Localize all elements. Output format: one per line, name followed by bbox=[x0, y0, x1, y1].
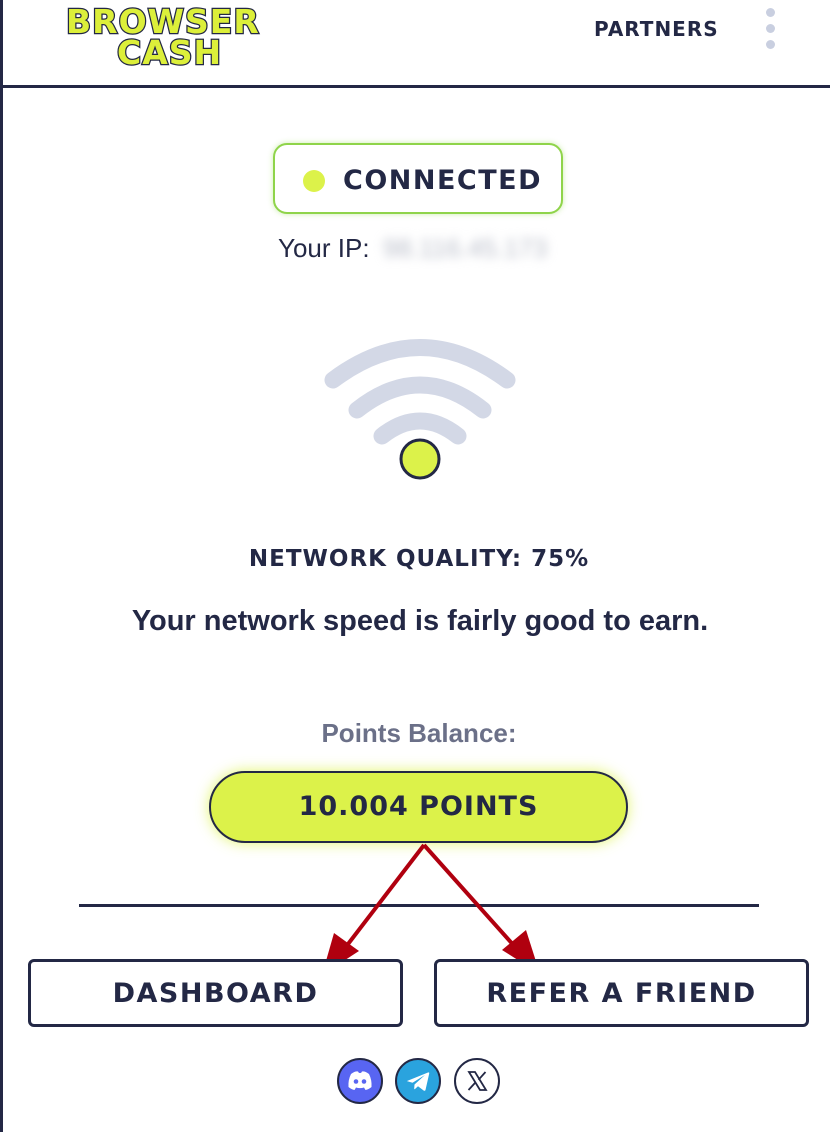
browser-cash-logo[interactable]: BROWSER CASH bbox=[60, 2, 320, 72]
network-speed-message: Your network speed is fairly good to ear… bbox=[131, 605, 709, 637]
partners-link[interactable]: PARTNERS bbox=[594, 17, 719, 41]
points-balance-value: 10.004 POINTS bbox=[209, 771, 628, 843]
wifi-icon bbox=[324, 339, 516, 480]
telegram-icon[interactable] bbox=[395, 1058, 441, 1104]
dashboard-button[interactable]: DASHBOARD bbox=[28, 959, 403, 1027]
ip-value: 98.116.45.173 bbox=[383, 233, 548, 263]
connection-status-badge: CONNECTED bbox=[273, 143, 563, 214]
header-divider bbox=[0, 85, 830, 88]
status-dot-icon bbox=[303, 170, 325, 192]
header: BROWSER CASH PARTNERS bbox=[0, 0, 830, 88]
discord-icon[interactable] bbox=[337, 1058, 383, 1104]
refer-a-friend-button[interactable]: REFER A FRIEND bbox=[434, 959, 809, 1027]
points-balance-label: Points Balance: bbox=[321, 718, 517, 748]
logo-line-2: CASH bbox=[116, 33, 223, 72]
x-icon[interactable] bbox=[454, 1058, 500, 1104]
connection-status-label: CONNECTED bbox=[343, 165, 542, 196]
network-quality-label: NETWORK QUALITY: 75% bbox=[248, 546, 590, 572]
more-menu-icon[interactable] bbox=[760, 6, 782, 52]
ip-label: Your IP: bbox=[278, 233, 370, 263]
section-divider bbox=[79, 904, 759, 907]
